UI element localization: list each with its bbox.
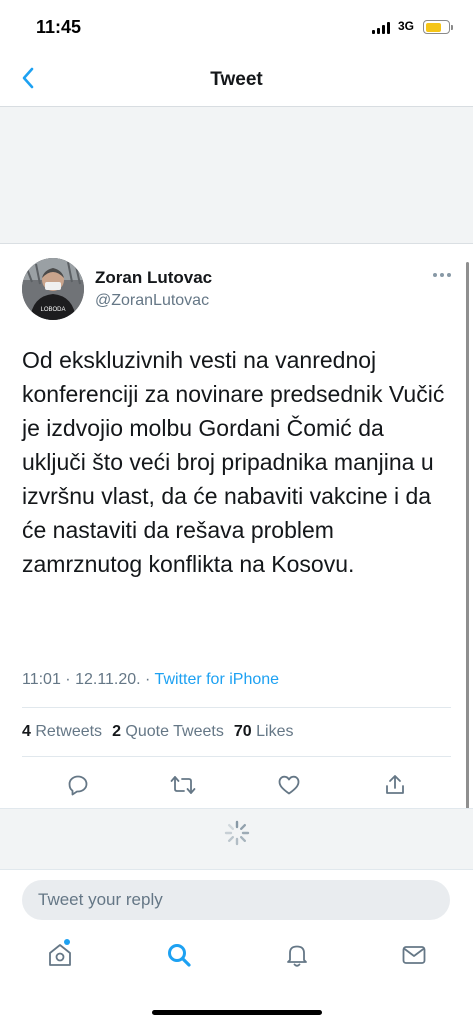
scrollbar[interactable] — [466, 262, 469, 854]
home-notification-dot — [64, 939, 70, 945]
reply-input[interactable]: Tweet your reply — [22, 880, 450, 920]
tweet-screen: 11:45 3G Tweet LOBODA Zoran Lutovac @Zor… — [0, 0, 473, 1024]
retweets-label: Retweets — [35, 723, 103, 740]
network-type: 3G — [398, 19, 415, 33]
notifications-icon[interactable] — [280, 938, 314, 972]
messages-icon[interactable] — [397, 938, 431, 972]
divider — [22, 707, 451, 708]
author-handle[interactable]: @ZoranLutovac — [95, 292, 209, 310]
likes-stat[interactable]: 70 Likes — [234, 723, 294, 740]
share-icon[interactable] — [379, 770, 411, 800]
reply-icon[interactable] — [62, 770, 94, 800]
home-icon[interactable] — [43, 938, 77, 972]
status-bar: 11:45 3G — [0, 0, 473, 50]
likes-label: Likes — [256, 723, 294, 740]
status-time: 11:45 — [36, 17, 82, 37]
tweet-source-link[interactable]: Twitter for iPhone — [155, 671, 280, 688]
retweet-icon[interactable] — [167, 770, 199, 800]
author-name[interactable]: Zoran Lutovac — [95, 268, 212, 288]
quotes-label: Quote Tweets — [125, 723, 224, 740]
search-icon[interactable] — [162, 938, 196, 972]
engagement-stats: 4 Retweets 2 Quote Tweets 70 Likes — [22, 723, 293, 741]
svg-text:LOBODA: LOBODA — [40, 307, 65, 313]
parent-thread-area — [0, 107, 473, 244]
page-title: Tweet — [210, 69, 263, 90]
loading-spinner-icon — [224, 820, 250, 846]
nav-bar: Tweet — [0, 50, 473, 107]
tweet-meta: 11:01 · 12.11.20. · Twitter for iPhone — [22, 671, 279, 689]
retweets-stat[interactable]: 4 Retweets — [22, 723, 102, 740]
battery-icon — [423, 20, 453, 34]
likes-count: 70 — [233, 723, 252, 740]
like-icon[interactable] — [273, 770, 305, 800]
divider — [22, 756, 451, 757]
quote-tweets-stat[interactable]: 2 Quote Tweets — [112, 723, 224, 740]
avatar[interactable]: LOBODA — [22, 258, 84, 320]
retweets-count: 4 — [22, 723, 31, 740]
more-options-icon[interactable] — [427, 265, 457, 285]
signal-icon — [372, 22, 390, 34]
tweet-timestamp: 11:01 · 12.11.20. · — [22, 671, 155, 688]
quotes-count: 2 — [112, 723, 121, 740]
home-indicator — [152, 1010, 322, 1015]
tweet-text: Od ekskluzivnih vesti na vanrednoj konfe… — [22, 347, 445, 577]
